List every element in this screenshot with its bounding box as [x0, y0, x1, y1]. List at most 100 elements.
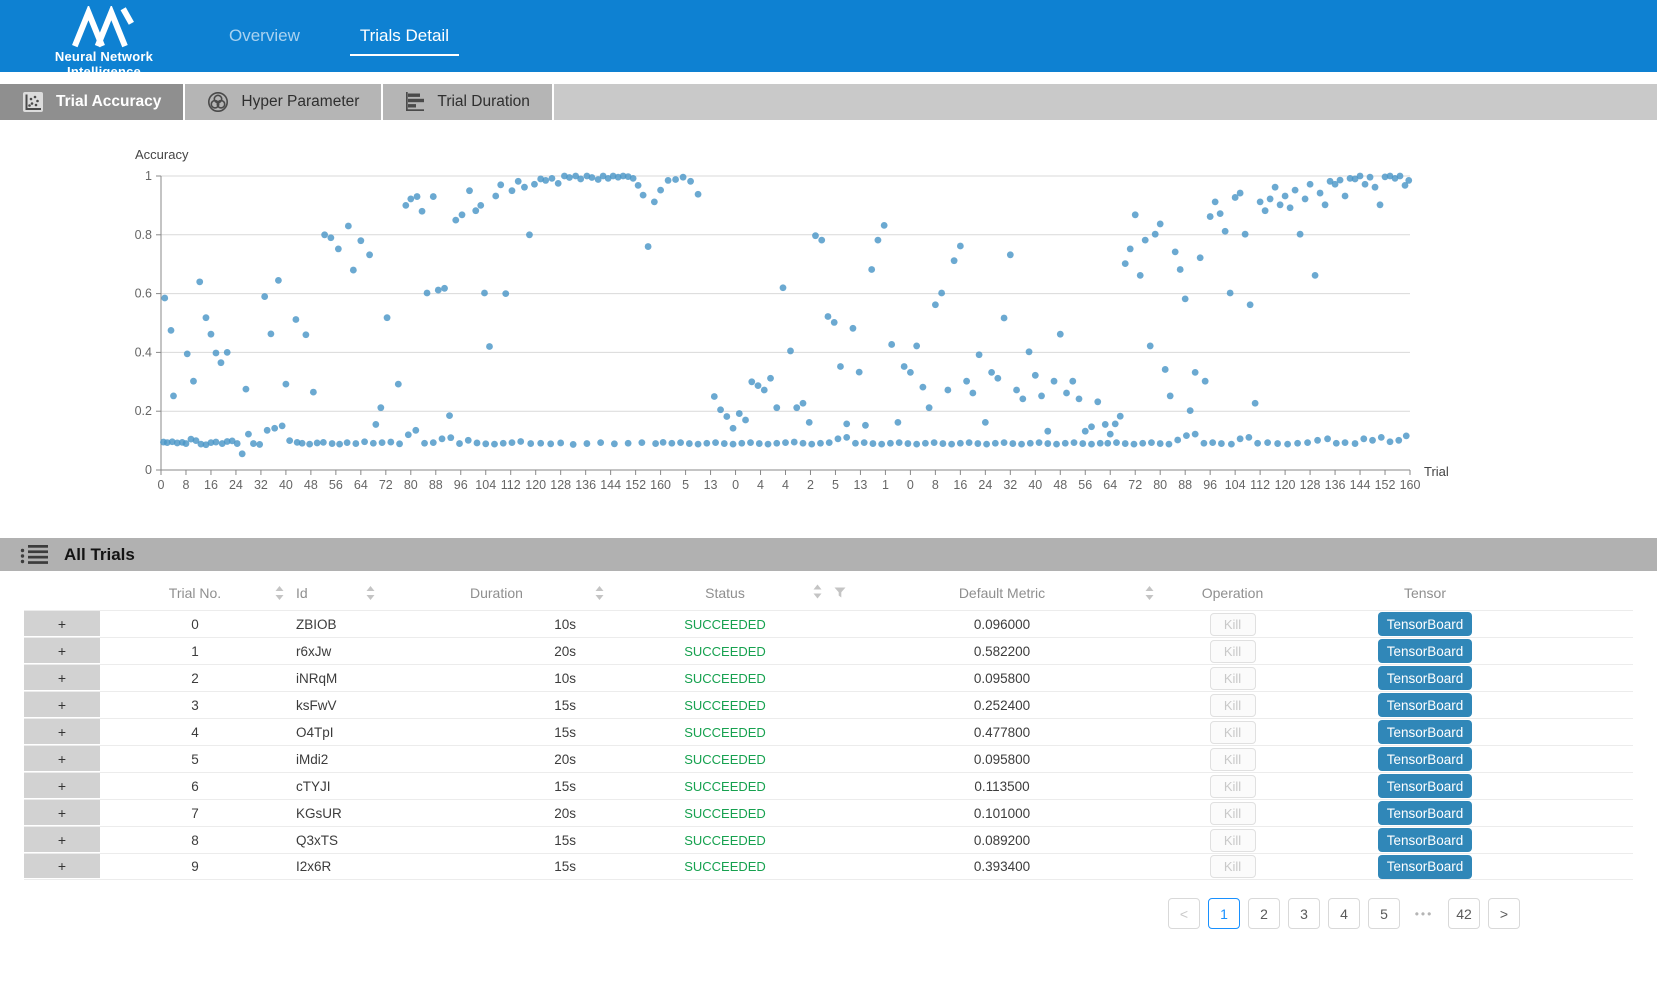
expand-row-button[interactable]: +	[24, 854, 100, 879]
operation-cell: Kill	[1160, 665, 1305, 691]
header-id[interactable]: Id	[290, 576, 470, 610]
accuracy-scatter-canvas[interactable]: 00.20.40.60.8108162432404856647280889610…	[120, 140, 1460, 512]
kill-button[interactable]: Kill	[1210, 694, 1256, 717]
svg-text:104: 104	[475, 478, 496, 492]
svg-text:0.4: 0.4	[135, 345, 152, 359]
table-body: +0ZBIOB10sSUCCEEDED0.096000KillTensorBoa…	[24, 610, 1633, 880]
expand-row-button[interactable]: +	[24, 827, 100, 853]
svg-text:16: 16	[953, 478, 967, 492]
trial-id-cell: iMdi2	[290, 746, 470, 772]
trial-no-cell: 5	[100, 746, 290, 772]
header-expand	[24, 576, 100, 610]
expand-row-button[interactable]: +	[24, 692, 100, 718]
kill-button[interactable]: Kill	[1210, 748, 1256, 771]
kill-button[interactable]: Kill	[1210, 667, 1256, 690]
header-trial-no[interactable]: Trial No.	[100, 576, 290, 610]
svg-text:88: 88	[1178, 478, 1192, 492]
filter-icon[interactable]	[834, 585, 846, 601]
status-cell: SUCCEEDED	[610, 665, 860, 691]
nav-trials-detail[interactable]: Trials Detail	[358, 20, 451, 52]
expand-row-button[interactable]: +	[24, 800, 100, 826]
pagination-prev[interactable]: <	[1168, 898, 1200, 929]
svg-text:112: 112	[1250, 478, 1270, 492]
nav-overview[interactable]: Overview	[227, 20, 302, 52]
status-cell: SUCCEEDED	[610, 692, 860, 718]
pagination-page-5[interactable]: 5	[1368, 898, 1400, 929]
tensorboard-button[interactable]: TensorBoard	[1378, 639, 1472, 663]
expand-row-button[interactable]: +	[24, 746, 100, 772]
tensorboard-button[interactable]: TensorBoard	[1378, 774, 1472, 798]
trial-id-cell: r6xJw	[290, 638, 470, 664]
expand-row-button[interactable]: +	[24, 665, 100, 691]
kill-button[interactable]: Kill	[1210, 775, 1256, 798]
scatter-plot-icon	[22, 91, 44, 113]
tab-trial-accuracy[interactable]: Trial Accuracy	[0, 84, 185, 120]
svg-text:4: 4	[757, 478, 764, 492]
trial-no-cell: 4	[100, 719, 290, 745]
pagination-page-4[interactable]: 4	[1328, 898, 1360, 929]
tab-label: Hyper Parameter	[241, 93, 359, 111]
duration-cell: 15s	[470, 854, 610, 879]
svg-text:136: 136	[575, 478, 596, 492]
tensorboard-button[interactable]: TensorBoard	[1378, 612, 1472, 636]
svg-text:64: 64	[354, 478, 368, 492]
header-status[interactable]: Status	[610, 576, 860, 610]
tensor-cell: TensorBoard	[1305, 638, 1633, 664]
expand-row-button[interactable]: +	[24, 719, 100, 745]
kill-button[interactable]: Kill	[1210, 613, 1256, 636]
tab-hyper-parameter[interactable]: Hyper Parameter	[185, 84, 383, 120]
sort-icon[interactable]	[366, 586, 375, 600]
svg-text:8: 8	[183, 478, 190, 492]
svg-text:1: 1	[882, 478, 889, 492]
svg-text:72: 72	[1128, 478, 1142, 492]
default-metric-cell: 0.113500	[860, 773, 1160, 799]
trial-no-cell: 6	[100, 773, 290, 799]
nni-logo: Neural Network Intelligence	[28, 4, 180, 79]
trial-accuracy-chart[interactable]: 00.20.40.60.8108162432404856647280889610…	[120, 140, 1460, 512]
kill-button[interactable]: Kill	[1210, 802, 1256, 825]
svg-text:72: 72	[379, 478, 393, 492]
svg-text:48: 48	[304, 478, 318, 492]
sort-icon[interactable]	[1145, 586, 1154, 600]
pagination-page-3[interactable]: 3	[1288, 898, 1320, 929]
tab-trial-duration[interactable]: Trial Duration	[383, 84, 553, 120]
pagination-page-1[interactable]: 1	[1208, 898, 1240, 929]
svg-text:96: 96	[454, 478, 468, 492]
svg-text:40: 40	[279, 478, 293, 492]
trial-no-cell: 9	[100, 854, 290, 879]
operation-cell: Kill	[1160, 854, 1305, 879]
duration-cell: 15s	[470, 692, 610, 718]
kill-button[interactable]: Kill	[1210, 721, 1256, 744]
pagination-next[interactable]: >	[1488, 898, 1520, 929]
status-cell: SUCCEEDED	[610, 773, 860, 799]
header-duration[interactable]: Duration	[470, 576, 610, 610]
pagination-page-42[interactable]: 42	[1448, 898, 1480, 929]
expand-row-button[interactable]: +	[24, 611, 100, 637]
kill-button[interactable]: Kill	[1210, 855, 1256, 878]
duration-cell: 15s	[470, 773, 610, 799]
header-default-metric[interactable]: Default Metric	[860, 576, 1160, 610]
status-cell: SUCCEEDED	[610, 611, 860, 637]
tensorboard-button[interactable]: TensorBoard	[1378, 693, 1472, 717]
tensorboard-button[interactable]: TensorBoard	[1378, 666, 1472, 690]
tensorboard-button[interactable]: TensorBoard	[1378, 720, 1472, 744]
svg-text:4: 4	[782, 478, 789, 492]
duration-cell: 20s	[470, 800, 610, 826]
tensorboard-button[interactable]: TensorBoard	[1378, 828, 1472, 852]
svg-text:2: 2	[807, 478, 814, 492]
expand-row-button[interactable]: +	[24, 638, 100, 664]
kill-button[interactable]: Kill	[1210, 640, 1256, 663]
kill-button[interactable]: Kill	[1210, 829, 1256, 852]
default-metric-cell: 0.582200	[860, 638, 1160, 664]
pagination-page-2[interactable]: 2	[1248, 898, 1280, 929]
operation-cell: Kill	[1160, 746, 1305, 772]
sort-icon[interactable]	[595, 586, 604, 600]
tensorboard-button[interactable]: TensorBoard	[1378, 855, 1472, 879]
sort-icon[interactable]	[275, 586, 284, 600]
tensorboard-button[interactable]: TensorBoard	[1378, 801, 1472, 825]
tensorboard-button[interactable]: TensorBoard	[1378, 747, 1472, 771]
operation-cell: Kill	[1160, 638, 1305, 664]
sort-icon[interactable]	[813, 585, 822, 602]
expand-row-button[interactable]: +	[24, 773, 100, 799]
trial-no-cell: 8	[100, 827, 290, 853]
